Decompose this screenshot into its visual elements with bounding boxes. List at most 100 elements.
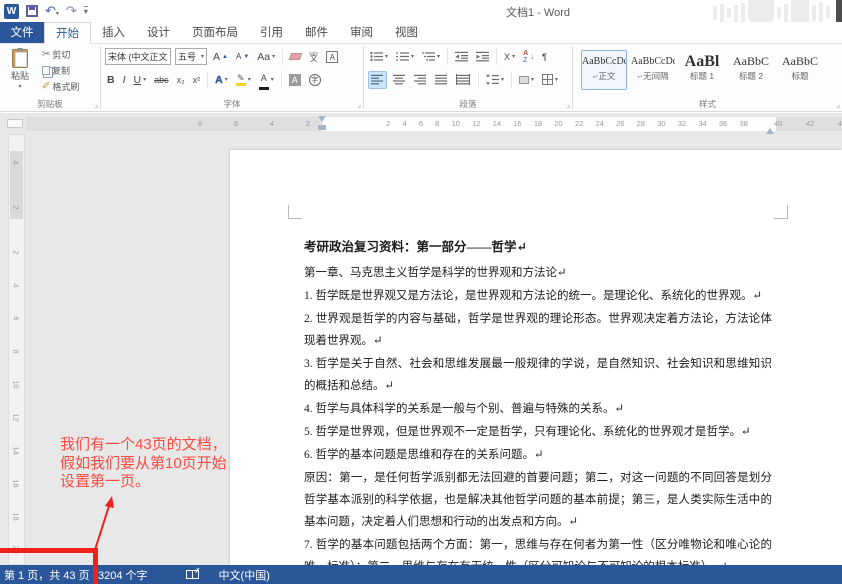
- format-painter-button[interactable]: ✐格式刷: [40, 79, 81, 93]
- character-shading-button[interactable]: A: [287, 71, 303, 89]
- enclose-character-icon: 字: [309, 74, 321, 86]
- borders-button[interactable]: ▾: [540, 71, 560, 89]
- tab-mailings[interactable]: 邮件: [294, 22, 339, 43]
- style-heading1[interactable]: AaBl 标题 1: [679, 50, 725, 90]
- align-left-button[interactable]: [368, 71, 387, 89]
- word-count[interactable]: 3204 个字: [98, 567, 148, 583]
- copy-button[interactable]: 复制: [40, 63, 81, 77]
- vertical-ruler: 42 2468101214161820: [8, 134, 25, 565]
- margin-crop-mark-right: [774, 205, 788, 219]
- increase-indent-icon: [476, 51, 489, 62]
- redo-icon[interactable]: ↷: [66, 3, 77, 19]
- superscript-button[interactable]: x²: [191, 71, 203, 89]
- tab-file[interactable]: 文件: [0, 22, 44, 43]
- font-name-select[interactable]: 宋体 (中文正文▾: [105, 48, 171, 65]
- line-spacing-button[interactable]: ▾: [484, 71, 506, 89]
- grow-font-button[interactable]: A▲: [211, 48, 230, 66]
- ruler-mid-numbers: 2468101214161820222426283032343638: [386, 117, 748, 131]
- doc-title[interactable]: 考研政治复习资料：第一部分——哲学↵: [304, 236, 772, 258]
- clear-formatting-button[interactable]: [288, 48, 303, 66]
- align-right-button[interactable]: [412, 71, 429, 89]
- tab-design[interactable]: 设计: [136, 22, 181, 43]
- shrink-font-button[interactable]: A▼: [234, 48, 251, 66]
- paint-bucket-icon: [519, 76, 529, 84]
- proofing-error-icon[interactable]: ✗: [186, 570, 199, 579]
- numbering-button[interactable]: ▾: [394, 48, 416, 66]
- phonetic-guide-button[interactable]: wén文: [307, 48, 320, 66]
- highlight-button[interactable]: ✎▾: [234, 71, 253, 89]
- enclose-characters-button[interactable]: 字: [307, 71, 323, 89]
- distribute-button[interactable]: [454, 71, 473, 89]
- doc-paragraph[interactable]: 1. 哲学既是世界观又是方法论，是世界观和方法论的统一。是理论化、系统化的世界观…: [304, 285, 772, 307]
- tab-review[interactable]: 审阅: [339, 22, 384, 43]
- left-indent-marker[interactable]: [318, 125, 326, 130]
- doc-paragraph[interactable]: 7. 哲学的基本问题包括两个方面：第一，思维与存在何者为第一性（区分唯物论和唯心…: [304, 534, 772, 565]
- character-border-icon: A: [326, 51, 338, 63]
- window-title: 文档1 - Word: [506, 4, 570, 20]
- doc-paragraph[interactable]: 2. 世界观是哲学的内容与基础，哲学是世界观的理论形态。世界观决定着方法论，方法…: [304, 308, 772, 352]
- show-hide-marks-button[interactable]: ¶: [540, 48, 549, 66]
- tab-insert[interactable]: 插入: [91, 22, 136, 43]
- style-normal[interactable]: AaBbCcDc ↵正文: [581, 50, 627, 90]
- scissors-icon: ✂: [42, 49, 50, 60]
- document-area: 42 2468101214161820 考研政治复习资料：第一部分——哲学↵ 第…: [0, 134, 842, 565]
- decrease-indent-button[interactable]: [453, 48, 470, 66]
- align-center-button[interactable]: [391, 71, 408, 89]
- doc-paragraph[interactable]: 4. 哲学与具体科学的关系是一般与个别、普遍与特殊的关系。↵: [304, 398, 772, 420]
- bullets-button[interactable]: ▾: [368, 48, 390, 66]
- vruler-numbers: 2468101214161820: [9, 247, 24, 555]
- font-size-select[interactable]: 五号▾: [175, 48, 207, 65]
- cut-button[interactable]: ✂剪切: [40, 47, 81, 61]
- dialog-launcher-icon[interactable]: ⌟: [566, 101, 570, 109]
- underline-button[interactable]: U▾: [132, 71, 149, 89]
- ruler-row: 8642 2468101214161820222426283032343638 …: [0, 113, 842, 134]
- bold-button[interactable]: B: [105, 71, 117, 89]
- doc-paragraph[interactable]: 5. 哲学是世界观，但是世界观不一定是哲学，只有理论化、系统化的世界观才是哲学。…: [304, 421, 772, 443]
- chevron-down-icon: ▾: [56, 11, 59, 17]
- document-page[interactable]: 考研政治复习资料：第一部分——哲学↵ 第一章、马克思主义哲学是科学的世界观和方法…: [230, 150, 842, 565]
- tab-page-layout[interactable]: 页面布局: [181, 22, 249, 43]
- increase-indent-button[interactable]: [474, 48, 491, 66]
- doc-paragraph[interactable]: 6. 哲学的基本问题是思维和存在的关系问题。↵: [304, 444, 772, 466]
- qat-customize-icon[interactable]: ▾: [84, 6, 88, 16]
- italic-button[interactable]: I: [121, 71, 128, 89]
- ruler-corner-box: [7, 119, 23, 128]
- tab-references[interactable]: 引用: [249, 22, 294, 43]
- tab-view[interactable]: 视图: [384, 22, 429, 43]
- text-effects-button[interactable]: A▾: [213, 71, 230, 89]
- chevron-down-icon: ▾: [18, 83, 21, 90]
- asian-layout-button[interactable]: X▾: [502, 48, 517, 66]
- doc-paragraph[interactable]: 3. 哲学是关于自然、社会和思维发展最一般规律的学说，是自然知识、社会知识和思维…: [304, 353, 772, 397]
- style-heading2[interactable]: AaBbC 标题 2: [728, 50, 774, 90]
- language-indicator[interactable]: 中文(中国): [219, 567, 270, 583]
- doc-paragraph[interactable]: 原因：第一，是任何哲学派别都无法回避的首要问题；第二，对这一问题的不同回答是划分…: [304, 467, 772, 533]
- tab-home[interactable]: 开始: [44, 22, 91, 44]
- group-paragraph: ▾ ▾ ▾ X▾ AZ↓ ¶: [364, 44, 572, 111]
- undo-button[interactable]: ↶▾: [45, 2, 59, 20]
- group-styles: AaBbCcDc ↵正文 AaBbCcDc ↵无间隔 AaBl 标题 1 AaB…: [573, 44, 842, 111]
- right-indent-marker[interactable]: [766, 124, 774, 134]
- borders-grid-icon: [542, 74, 553, 85]
- strikethrough-button[interactable]: abc: [152, 71, 171, 89]
- align-right-icon: [414, 74, 427, 85]
- justify-button[interactable]: [433, 71, 450, 89]
- shading-button[interactable]: ▾: [517, 71, 536, 89]
- style-title[interactable]: AaBbC 标题: [777, 50, 823, 90]
- dialog-launcher-icon[interactable]: ⌟: [94, 101, 98, 109]
- font-color-button[interactable]: A▾: [257, 71, 276, 89]
- dialog-launcher-icon[interactable]: ⌟: [836, 101, 840, 109]
- document-text[interactable]: 考研政治复习资料：第一部分——哲学↵ 第一章、马克思主义哲学是科学的世界观和方法…: [304, 236, 772, 565]
- subscript-button[interactable]: x₂: [175, 71, 187, 89]
- word-window: W ↶▾ ↷ ▾ 文档1 - Word 文件 开始 插入 设计 页面布局 引用 …: [0, 0, 842, 584]
- word-logo-icon[interactable]: W: [4, 4, 19, 19]
- paste-button[interactable]: 粘贴 ▾: [4, 47, 36, 93]
- character-border-button[interactable]: A: [324, 48, 340, 66]
- ruler-right-numbers: 404244: [774, 117, 842, 131]
- save-icon[interactable]: [26, 5, 38, 17]
- sort-button[interactable]: AZ↓: [521, 48, 536, 66]
- change-case-button[interactable]: Aa▾: [255, 48, 277, 66]
- multilevel-list-button[interactable]: ▾: [420, 48, 442, 66]
- doc-paragraph[interactable]: 第一章、马克思主义哲学是科学的世界观和方法论↵: [304, 262, 772, 284]
- style-no-spacing[interactable]: AaBbCcDc ↵无间隔: [630, 50, 676, 90]
- dialog-launcher-icon[interactable]: ⌟: [357, 101, 361, 109]
